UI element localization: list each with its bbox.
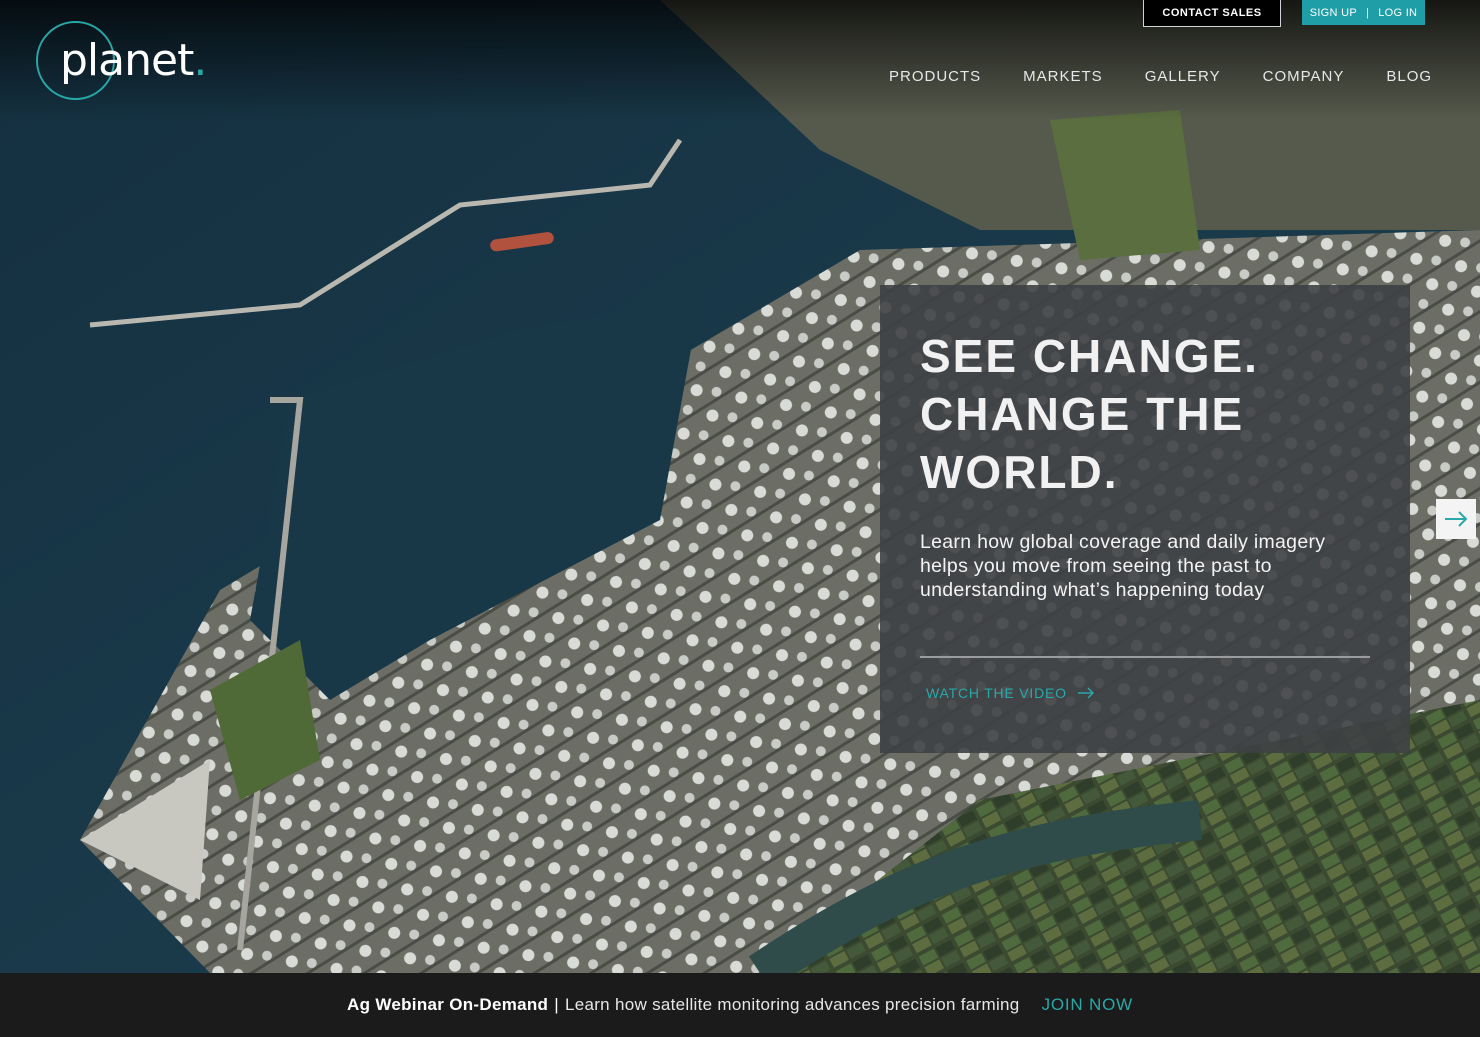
headline-line-2: CHANGE THE (920, 388, 1245, 440)
sign-up-link[interactable]: SIGN UP (1310, 7, 1357, 19)
banner-title: Ag Webinar On-Demand (347, 995, 549, 1014)
nav-item-markets[interactable]: MARKETS (1023, 68, 1103, 85)
nav-item-blog[interactable]: BLOG (1386, 68, 1432, 85)
hero-card: SEE CHANGE. CHANGE THE WORLD. Learn how … (880, 285, 1410, 753)
watch-video-label: WATCH THE VIDEO (926, 685, 1067, 701)
planet-logo[interactable]: planet. (36, 21, 207, 100)
headline-line-3: WORLD. (920, 446, 1119, 498)
banner-separator: | (554, 995, 559, 1014)
hero-subtext: Learn how global coverage and daily imag… (920, 531, 1326, 601)
nav-item-products[interactable]: PRODUCTS (889, 68, 981, 85)
nav-item-gallery[interactable]: GALLERY (1145, 68, 1221, 85)
arrow-right-icon (1077, 687, 1094, 699)
account-separator: | (1366, 6, 1370, 19)
hero-section: planet. CONTACT SALES SIGN UP | LOG IN P… (0, 0, 1480, 973)
nav-item-company[interactable]: COMPANY (1263, 68, 1345, 85)
headline-line-1: SEE CHANGE. (920, 330, 1259, 382)
banner-description: Learn how satellite monitoring advances … (564, 995, 1020, 1014)
card-divider (920, 656, 1370, 658)
arrow-right-icon (1445, 511, 1468, 527)
promo-banner: Ag Webinar On-Demand | Learn how satelli… (0, 973, 1480, 1037)
logo-wordmark: planet. (60, 35, 207, 86)
contact-sales-button[interactable]: CONTACT SALES (1143, 0, 1281, 27)
hero-headline: SEE CHANGE. CHANGE THE WORLD. (920, 327, 1380, 501)
log-in-link[interactable]: LOG IN (1378, 7, 1417, 19)
main-nav: PRODUCTS MARKETS GALLERY COMPANY BLOG (889, 68, 1432, 85)
join-now-link[interactable]: JOIN NOW (1042, 995, 1133, 1015)
account-links: SIGN UP | LOG IN (1302, 0, 1425, 25)
slide-next-button[interactable] (1436, 499, 1476, 539)
watch-video-link[interactable]: WATCH THE VIDEO (926, 685, 1095, 701)
